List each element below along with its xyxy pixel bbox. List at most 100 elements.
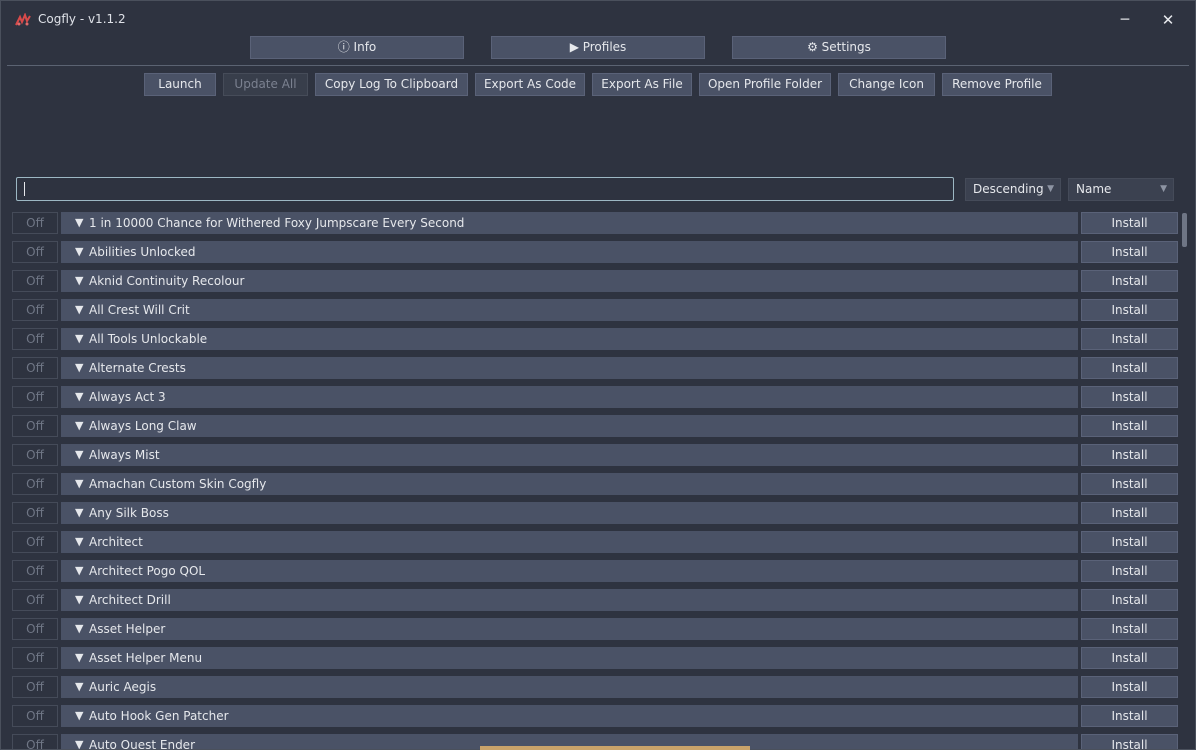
expand-triangle-icon: ▼ [75, 419, 84, 432]
install-button[interactable]: Install [1081, 473, 1178, 495]
expand-triangle-icon: ▼ [75, 506, 84, 519]
install-button[interactable]: Install [1081, 618, 1178, 640]
install-button[interactable]: Install [1081, 734, 1178, 749]
minimize-button[interactable]: ─ [1113, 9, 1137, 31]
mod-row: Off ▼ Always Mist Install [12, 443, 1178, 466]
install-button[interactable]: Install [1081, 357, 1178, 379]
mod-enable-toggle[interactable]: Off [12, 734, 58, 749]
mod-expand-header[interactable]: ▼ Auric Aegis [61, 676, 1078, 698]
expand-triangle-icon: ▼ [75, 477, 84, 490]
tab-profiles[interactable]: ▶ Profiles [491, 36, 705, 59]
launch-button[interactable]: Launch [144, 73, 216, 96]
install-button[interactable]: Install [1081, 647, 1178, 669]
mod-row: Off ▼ Alternate Crests Install [12, 356, 1178, 379]
background-window-edge [480, 746, 750, 750]
mod-list-scrollbar[interactable] [1181, 211, 1188, 749]
export-code-button[interactable]: Export As Code [475, 73, 585, 96]
mod-enable-toggle[interactable]: Off [12, 444, 58, 466]
search-input[interactable] [16, 177, 954, 201]
tab-info[interactable]: ⓘ Info [250, 36, 464, 59]
chevron-down-icon: ▼ [1047, 184, 1054, 194]
mod-expand-header[interactable]: ▼ Amachan Custom Skin Cogfly [61, 473, 1078, 495]
tab-settings[interactable]: ⚙ Settings [732, 36, 946, 59]
mod-row: Off ▼ All Crest Will Crit Install [12, 298, 1178, 321]
install-button[interactable]: Install [1081, 328, 1178, 350]
mod-expand-header[interactable]: ▼ All Tools Unlockable [61, 328, 1078, 350]
scrollbar-thumb[interactable] [1182, 213, 1187, 247]
install-button[interactable]: Install [1081, 531, 1178, 553]
install-button[interactable]: Install [1081, 212, 1178, 234]
mod-enable-toggle[interactable]: Off [12, 328, 58, 350]
mod-enable-toggle[interactable]: Off [12, 241, 58, 263]
mod-row: Off ▼ Auto Hook Gen Patcher Install [12, 704, 1178, 727]
mod-enable-toggle[interactable]: Off [12, 589, 58, 611]
mod-name-label: Auric Aegis [89, 680, 157, 694]
mod-expand-header[interactable]: ▼ Aknid Continuity Recolour [61, 270, 1078, 292]
mod-enable-toggle[interactable]: Off [12, 502, 58, 524]
mod-row: Off ▼ Always Act 3 Install [12, 385, 1178, 408]
mod-expand-header[interactable]: ▼ Any Silk Boss [61, 502, 1078, 524]
mod-expand-header[interactable]: ▼ Alternate Crests [61, 357, 1078, 379]
mod-name-label: Architect [89, 535, 143, 549]
mod-name-label: Asset Helper Menu [89, 651, 203, 665]
close-button[interactable]: ✕ [1156, 9, 1180, 31]
mod-expand-header[interactable]: ▼ Auto Hook Gen Patcher [61, 705, 1078, 727]
mod-name-label: Always Mist [89, 448, 160, 462]
mod-row: Off ▼ Any Silk Boss Install [12, 501, 1178, 524]
change-icon-button[interactable]: Change Icon [838, 73, 935, 96]
mod-name-label: Alternate Crests [89, 361, 186, 375]
mod-expand-header[interactable]: ▼ Always Act 3 [61, 386, 1078, 408]
mod-enable-toggle[interactable]: Off [12, 212, 58, 234]
install-button[interactable]: Install [1081, 415, 1178, 437]
install-button[interactable]: Install [1081, 241, 1178, 263]
install-button[interactable]: Install [1081, 299, 1178, 321]
mod-enable-toggle[interactable]: Off [12, 531, 58, 553]
mod-enable-toggle[interactable]: Off [12, 357, 58, 379]
cogfly-window: Cogfly - v1.1.2 ─ ✕ ⓘ Info ▶ Profiles ⚙ … [0, 0, 1196, 750]
mod-expand-header[interactable]: ▼ Architect Drill [61, 589, 1078, 611]
install-button[interactable]: Install [1081, 676, 1178, 698]
mod-enable-toggle[interactable]: Off [12, 270, 58, 292]
mod-enable-toggle[interactable]: Off [12, 560, 58, 582]
expand-triangle-icon: ▼ [75, 593, 84, 606]
mod-expand-header[interactable]: ▼ All Crest Will Crit [61, 299, 1078, 321]
mod-expand-header[interactable]: ▼ Architect [61, 531, 1078, 553]
remove-profile-button[interactable]: Remove Profile [942, 73, 1052, 96]
header-divider [7, 65, 1189, 66]
mod-enable-toggle[interactable]: Off [12, 299, 58, 321]
mod-enable-toggle[interactable]: Off [12, 415, 58, 437]
export-file-button[interactable]: Export As File [592, 73, 692, 96]
sort-order-select[interactable]: Descending ▼ [965, 178, 1061, 201]
mod-expand-header[interactable]: ▼ Always Long Claw [61, 415, 1078, 437]
mod-expand-header[interactable]: ▼ 1 in 10000 Chance for Withered Foxy Jum… [61, 212, 1078, 234]
mod-expand-header[interactable]: ▼ Asset Helper [61, 618, 1078, 640]
mod-name-label: Amachan Custom Skin Cogfly [89, 477, 267, 491]
mod-enable-toggle[interactable]: Off [12, 647, 58, 669]
install-button[interactable]: Install [1081, 444, 1178, 466]
mod-row: Off ▼ Auric Aegis Install [12, 675, 1178, 698]
mod-enable-toggle[interactable]: Off [12, 618, 58, 640]
mod-enable-toggle[interactable]: Off [12, 676, 58, 698]
mod-name-label: Architect Pogo QOL [89, 564, 206, 578]
mod-expand-header[interactable]: ▼ Abilities Unlocked [61, 241, 1078, 263]
mod-expand-header[interactable]: ▼ Always Mist [61, 444, 1078, 466]
mod-enable-toggle[interactable]: Off [12, 386, 58, 408]
copy-log-button[interactable]: Copy Log To Clipboard [315, 73, 468, 96]
mod-enable-toggle[interactable]: Off [12, 473, 58, 495]
install-button[interactable]: Install [1081, 589, 1178, 611]
install-button[interactable]: Install [1081, 386, 1178, 408]
expand-triangle-icon: ▼ [75, 651, 84, 664]
open-profile-folder-button[interactable]: Open Profile Folder [699, 73, 831, 96]
title-bar[interactable]: Cogfly - v1.1.2 ─ ✕ ⓘ Info ▶ Profiles ⚙ … [1, 1, 1195, 63]
update-all-button[interactable]: Update All [223, 73, 308, 96]
mod-expand-header[interactable]: ▼ Architect Pogo QOL [61, 560, 1078, 582]
install-button[interactable]: Install [1081, 502, 1178, 524]
mod-enable-toggle[interactable]: Off [12, 705, 58, 727]
install-button[interactable]: Install [1081, 270, 1178, 292]
mod-row: Off ▼ Asset Helper Install [12, 617, 1178, 640]
install-button[interactable]: Install [1081, 560, 1178, 582]
install-button[interactable]: Install [1081, 705, 1178, 727]
sort-field-select[interactable]: Name ▼ [1068, 178, 1174, 201]
mod-expand-header[interactable]: ▼ Asset Helper Menu [61, 647, 1078, 669]
mod-name-label: Architect Drill [89, 593, 171, 607]
